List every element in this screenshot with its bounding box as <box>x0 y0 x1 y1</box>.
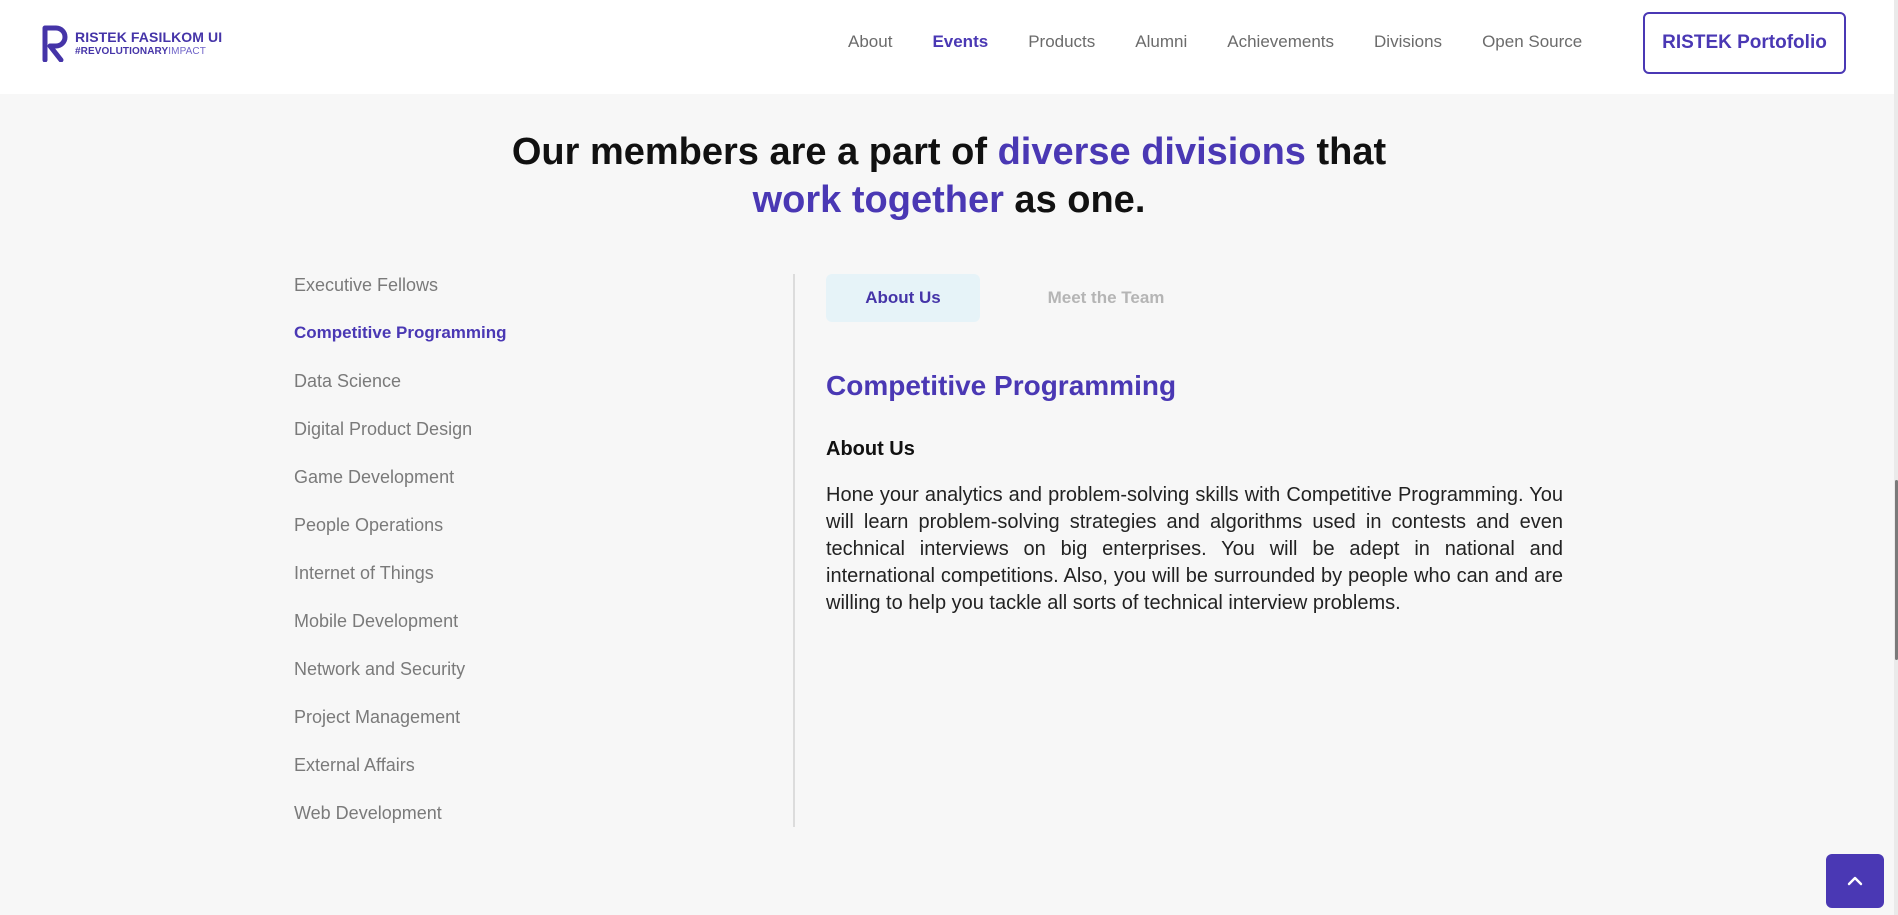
nav-events[interactable]: Events <box>932 32 988 52</box>
portfolio-button[interactable]: RISTEK Portofolio <box>1643 12 1846 74</box>
division-title: Competitive Programming <box>826 370 1177 401</box>
division-item-data-science[interactable]: Data Science <box>294 370 507 418</box>
nav-achievements[interactable]: Achievements <box>1227 32 1334 52</box>
nav-open-source[interactable]: Open Source <box>1482 32 1582 52</box>
division-item-competitive-programming[interactable]: Competitive Programming <box>294 322 507 370</box>
brand-text: RISTEK FASILKOM UI #REVOLUTIONARYIMPACT <box>75 30 222 57</box>
site-header: RISTEK FASILKOM UI #REVOLUTIONARYIMPACT … <box>0 0 1898 94</box>
nav-divisions[interactable]: Divisions <box>1374 32 1442 52</box>
division-item-external-affairs[interactable]: External Affairs <box>294 754 507 802</box>
division-item-game-development[interactable]: Game Development <box>294 466 507 514</box>
nav-about[interactable]: About <box>848 32 892 52</box>
division-item-executive-fellows[interactable]: Executive Fellows <box>294 274 507 322</box>
tab-meet-the-team[interactable]: Meet the Team <box>1004 274 1208 322</box>
chevron-up-icon <box>1847 876 1863 886</box>
division-item-people-operations[interactable]: People Operations <box>294 514 507 562</box>
about-heading: About Us <box>826 438 915 460</box>
heading-part1: Our members are a part of <box>511 131 998 173</box>
tab-about-us[interactable]: About Us <box>826 274 980 322</box>
brand-title: RISTEK FASILKOM UI <box>75 28 223 45</box>
page-scrollbar-track[interactable] <box>1894 0 1898 915</box>
heading-part2: that <box>1305 131 1387 173</box>
brand-tagline-light: IMPACT <box>168 45 206 57</box>
heading-accent2: work together <box>752 179 1004 221</box>
nav-alumni[interactable]: Alumni <box>1135 32 1187 52</box>
about-body: Hone your analytics and problem-solving … <box>826 484 1563 614</box>
nav-products[interactable]: Products <box>1028 32 1095 52</box>
division-list: Executive Fellows Competitive Programmin… <box>294 274 507 850</box>
back-to-top-button[interactable] <box>1826 854 1884 908</box>
heading-part3: as one. <box>1003 179 1146 221</box>
main-nav: About Events Products Alumni Achievement… <box>848 32 1622 52</box>
ristek-logo-icon <box>42 25 68 62</box>
division-item-network-and-security[interactable]: Network and Security <box>294 658 507 706</box>
division-item-digital-product-design[interactable]: Digital Product Design <box>294 418 507 466</box>
division-item-web-development[interactable]: Web Development <box>294 802 507 850</box>
heading-accent1: diverse divisions <box>997 131 1306 173</box>
brand-logo[interactable]: RISTEK FASILKOM UI #REVOLUTIONARYIMPACT <box>41 24 222 62</box>
vertical-divider <box>793 274 795 827</box>
division-item-mobile-development[interactable]: Mobile Development <box>294 610 507 658</box>
brand-tagline: #REVOLUTIONARYIMPACT <box>75 45 222 57</box>
division-item-internet-of-things[interactable]: Internet of Things <box>294 562 507 610</box>
page-heading: Our members are a part of diverse divisi… <box>0 128 1898 224</box>
division-item-project-management[interactable]: Project Management <box>294 706 507 754</box>
brand-tagline-bold: #REVOLUTIONARY <box>75 45 169 57</box>
